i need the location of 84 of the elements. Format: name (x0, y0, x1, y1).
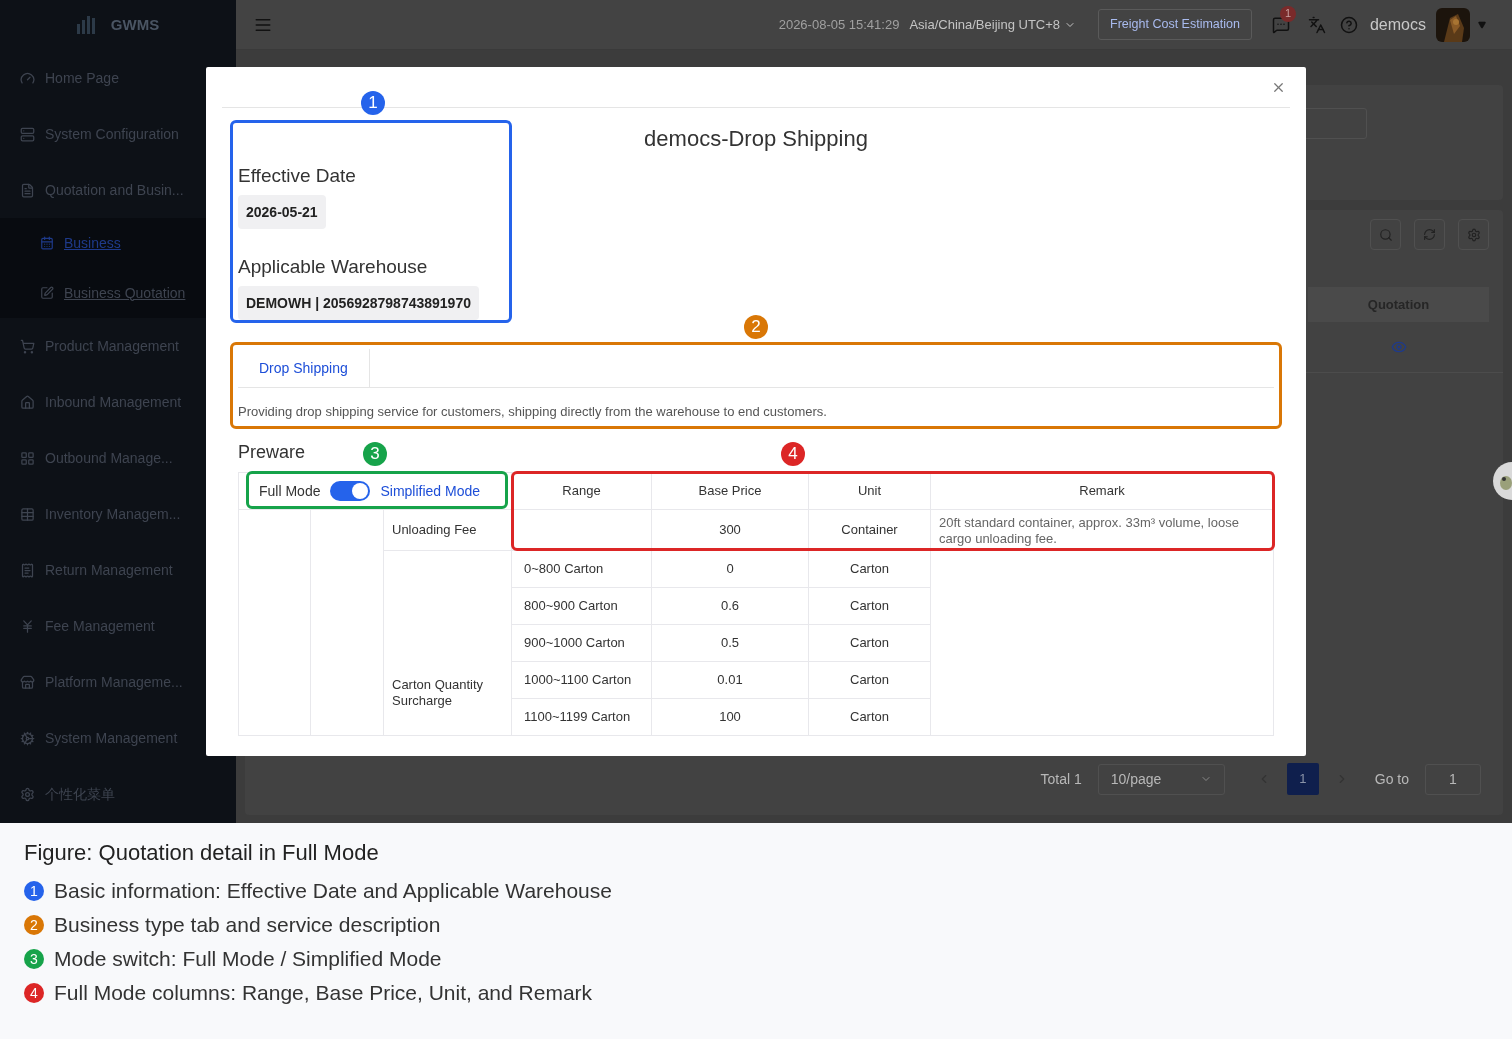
menu-icon (20, 730, 35, 746)
field-value: 2026-05-21 (238, 195, 326, 229)
menu-icon (20, 450, 35, 466)
field-label: Applicable Warehouse (238, 255, 428, 279)
menu-icon (20, 618, 35, 634)
annotation-number: 1 (361, 91, 385, 115)
base-price-cell: 0.6 (651, 587, 809, 625)
menu-icon (20, 562, 35, 578)
figure-caption: Figure: Quotation detail in Full Mode (24, 839, 380, 867)
legend-text: Basic information: Effective Date and Applicable Warehouse (54, 878, 612, 905)
go-to-label: Go to (1374, 769, 1409, 789)
sidebar-item[interactable]: System Configuration (0, 106, 236, 162)
menu-icon (20, 338, 35, 354)
service-description: Providing drop shipping service for customers, shipping directly from the warehouse to end customers. (238, 403, 828, 421)
refresh-button[interactable] (1414, 219, 1445, 250)
sidebar-item[interactable]: Inbound Management (0, 374, 236, 430)
menu-icon (20, 182, 35, 198)
legend-number: 4 (24, 983, 44, 1003)
menu-icon (20, 506, 35, 522)
refresh-icon (1423, 228, 1436, 241)
sidebar-item[interactable]: System Management (0, 710, 236, 766)
menu-icon (20, 126, 35, 142)
legend-text: Mode switch: Full Mode / Simplified Mode (54, 946, 442, 973)
menu-icon (20, 674, 35, 690)
menu-icon (40, 236, 54, 250)
base-price-cell: 0 (651, 550, 809, 588)
base-price-cell: 0.01 (651, 661, 809, 699)
range-cell: 800~900 Carton (511, 587, 652, 625)
annotation-number: 3 (363, 442, 387, 466)
legend-number: 2 (24, 915, 44, 935)
submenu-item[interactable]: Business (0, 218, 236, 268)
annotation-number: 4 (781, 442, 805, 466)
caret-icon[interactable] (1478, 20, 1486, 29)
page-button[interactable]: 1 (1286, 763, 1319, 795)
legend-number: 3 (24, 949, 44, 969)
submenu-item[interactable]: Business Quotation (0, 268, 236, 318)
settings-icon (1466, 227, 1481, 242)
menu-icon (20, 394, 35, 410)
view-icon[interactable] (1390, 339, 1407, 355)
timezone-select[interactable]: Asia/China/Beijing UTC+8 (909, 14, 1077, 35)
base-price-cell: 0.5 (651, 624, 809, 662)
fee-name-cell: Carton Quantity Surcharge (383, 550, 512, 736)
sidebar-item[interactable]: Product Management (0, 318, 236, 374)
user-name: democs (1369, 14, 1426, 35)
range-cell: 900~1000 Carton (511, 624, 652, 662)
chat-icon[interactable] (1271, 15, 1290, 34)
page-jump-field[interactable]: 1 (1425, 763, 1481, 795)
help-icon[interactable] (1339, 15, 1358, 34)
field-value: DEMOWH | 2056928798743891970 (238, 286, 479, 320)
notification-badge: 1 (1279, 5, 1296, 22)
freight-cost-estimation-button[interactable]: Freight Cost Estimation (1098, 9, 1252, 40)
sidebar-item[interactable]: Outbound Manage... (0, 430, 236, 486)
sidebar-item[interactable]: Fee Management (0, 598, 236, 654)
range-cell: 1000~1100 Carton (511, 661, 652, 699)
search-icon (1378, 227, 1393, 242)
sidebar-item[interactable]: Return Management (0, 542, 236, 598)
legend-text: Business type tab and service description (54, 912, 441, 939)
settings-button[interactable] (1458, 219, 1489, 250)
range-cell: 1100~1199 Carton (511, 698, 652, 736)
total-count: Total 1 (1040, 769, 1082, 789)
menu-icon (20, 786, 35, 802)
mode-switch[interactable] (330, 481, 371, 501)
page-size-select[interactable]: 10/page (1097, 763, 1225, 795)
unit-cell: Carton (808, 550, 931, 588)
datetime: 2026-08-05 15:41:29 (778, 15, 900, 34)
sidebar-item[interactable]: Inventory Managem... (0, 486, 236, 542)
menu-icon (20, 70, 35, 86)
mode-label: Simplified Mode (380, 481, 481, 501)
dialog-title: democs-Drop Shipping (643, 128, 869, 150)
sidebar-item[interactable]: Platform Manageme... (0, 654, 236, 710)
translate-icon[interactable] (1307, 15, 1326, 34)
sidebar-item[interactable]: Quotation and Busin... (0, 162, 236, 218)
legend-number: 1 (24, 881, 44, 901)
search-button[interactable] (1370, 219, 1401, 250)
field-label: Effective Date (238, 164, 356, 188)
sidebar-item[interactable]: Home Page (0, 50, 236, 106)
base-price-cell: 100 (651, 698, 809, 736)
annotation-number: 2 (744, 315, 768, 339)
menu-icon (40, 286, 54, 300)
app-name: GWMS (110, 14, 160, 35)
mode-label: Full Mode (259, 481, 321, 501)
range-cell: 0~800 Carton (511, 550, 652, 588)
section-title: Preware (238, 441, 306, 463)
legend-text: Full Mode columns: Range, Base Price, Unit, and Remark (54, 980, 593, 1007)
